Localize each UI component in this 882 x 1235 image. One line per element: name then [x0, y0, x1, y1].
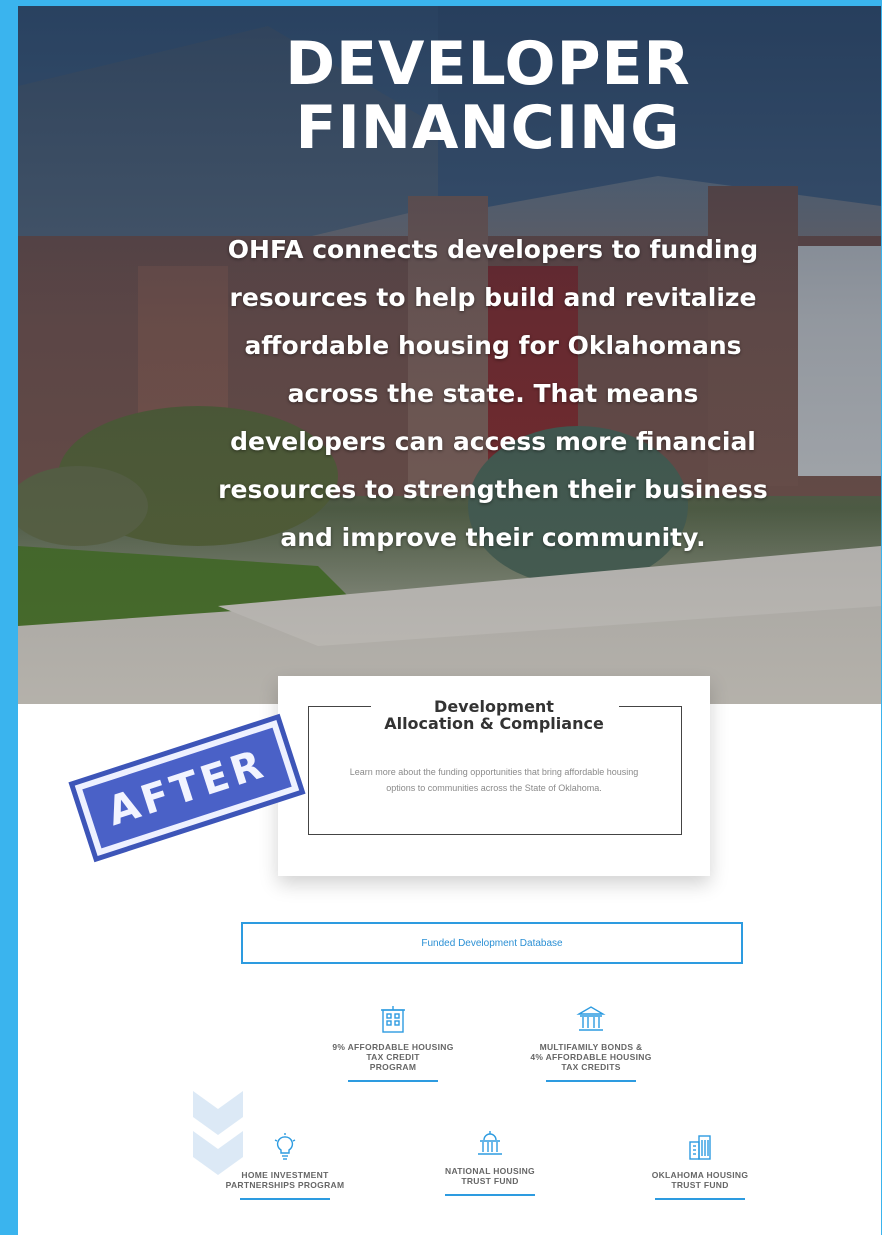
building-icon	[381, 1006, 405, 1033]
page-title: DEVELOPER FINANCING	[238, 32, 738, 160]
program-label[interactable]: HOME INVESTMENT PARTNERSHIPS PROGRAM	[200, 1170, 370, 1190]
hero-description: OHFA connects developers to funding reso…	[218, 235, 768, 552]
program-underline	[445, 1194, 535, 1196]
card-title-line-2: Allocation & Compliance	[384, 714, 604, 733]
after-stamp: AFTER	[68, 713, 306, 863]
program-label[interactable]: 9% AFFORDABLE HOUSING TAX CREDIT PROGRAM	[308, 1042, 478, 1072]
hero-section: DEVELOPER FINANCING OHFA connects develo…	[18, 6, 881, 704]
program-national-housing-trust[interactable]: NATIONAL HOUSING TRUST FUND	[395, 1128, 585, 1196]
program-label[interactable]: MULTIFAMILY BONDS & 4% AFFORDABLE HOUSIN…	[506, 1042, 676, 1072]
card-title[interactable]: Development Allocation & Compliance	[338, 698, 650, 732]
program-label[interactable]: NATIONAL HOUSING TRUST FUND	[405, 1166, 575, 1186]
program-oklahoma-housing-trust[interactable]: OKLAHOMA HOUSING TRUST FUND	[605, 1132, 795, 1200]
after-stamp-inner: AFTER	[82, 727, 292, 849]
page-title-line-2: FINANCING	[295, 93, 681, 163]
office-building-icon	[689, 1135, 711, 1160]
program-underline	[546, 1080, 636, 1082]
page-title-line-1: DEVELOPER	[285, 29, 691, 99]
card-title-line-1: Development	[434, 697, 554, 716]
program-home-investment[interactable]: HOME INVESTMENT PARTNERSHIPS PROGRAM	[190, 1132, 380, 1200]
program-label[interactable]: OKLAHOMA HOUSING TRUST FUND	[615, 1170, 785, 1190]
program-multifamily-bonds[interactable]: MULTIFAMILY BONDS & 4% AFFORDABLE HOUSIN…	[496, 1004, 686, 1082]
program-underline	[655, 1198, 745, 1200]
program-underline	[348, 1080, 438, 1082]
capitol-icon	[478, 1131, 502, 1155]
bank-icon	[576, 1006, 606, 1031]
program-9-percent-tax-credit[interactable]: 9% AFFORDABLE HOUSING TAX CREDIT PROGRAM	[298, 1004, 488, 1082]
after-stamp-text: AFTER	[102, 740, 272, 836]
page: DEVELOPER FINANCING OHFA connects develo…	[18, 6, 881, 1235]
development-allocation-card[interactable]: Development Allocation & Compliance Lear…	[278, 676, 710, 876]
lightbulb-icon	[274, 1133, 296, 1160]
card-description: Learn more about the funding opportuniti…	[349, 767, 639, 793]
funded-development-database-button[interactable]: Funded Development Database	[241, 922, 743, 964]
program-underline	[240, 1198, 330, 1200]
